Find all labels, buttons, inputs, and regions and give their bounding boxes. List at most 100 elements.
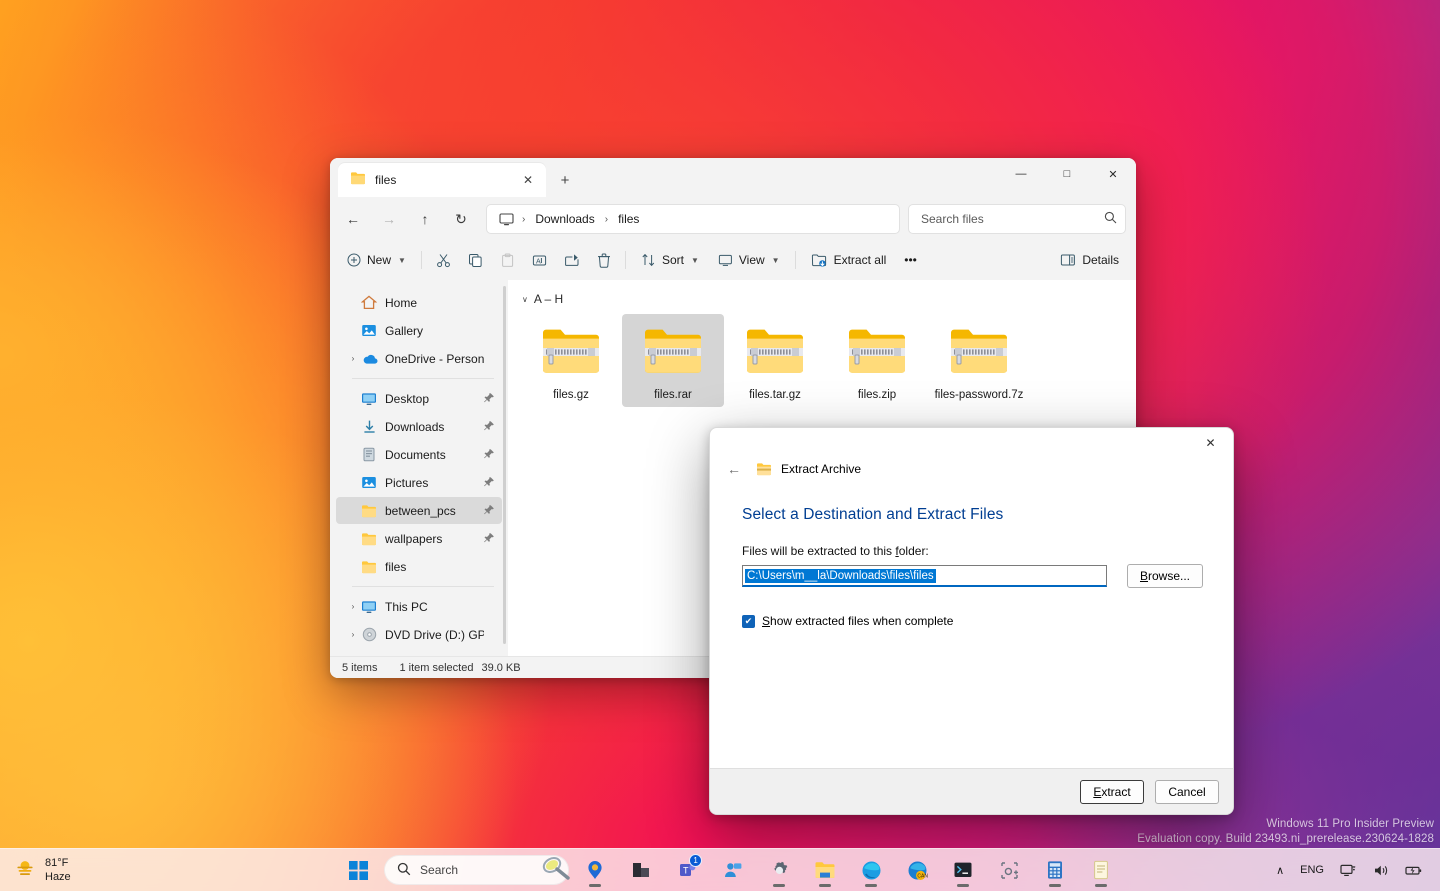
sidebar-item-files[interactable]: files (336, 553, 502, 580)
notepad-icon[interactable] (1081, 850, 1121, 890)
sidebar-item-label: Pictures (385, 476, 484, 490)
search-input[interactable]: Search files (908, 204, 1126, 234)
chat-icon[interactable] (713, 850, 753, 890)
chevron-right-icon[interactable]: › (346, 630, 360, 639)
up-button[interactable]: ↑ (408, 204, 442, 234)
close-icon[interactable]: ✕ (1188, 428, 1233, 458)
edge-icon[interactable] (851, 850, 891, 890)
sidebar-item-documents[interactable]: Documents (336, 441, 502, 468)
breadcrumb-item-files[interactable]: files (612, 209, 645, 229)
breadcrumb-item-downloads[interactable]: Downloads (529, 209, 600, 229)
settings-icon[interactable] (759, 850, 799, 890)
this-pc-icon[interactable] (495, 213, 518, 226)
forward-button[interactable]: → (372, 204, 406, 234)
view-button[interactable]: View ▼ (709, 245, 789, 275)
copilot-icon[interactable] (575, 850, 615, 890)
terminal-icon[interactable] (943, 850, 983, 890)
file-tile[interactable]: files-password.7z (928, 314, 1030, 407)
battery-icon[interactable] (1398, 855, 1430, 885)
file-explorer-icon[interactable] (805, 850, 845, 890)
delete-button[interactable] (589, 245, 619, 275)
search-icon (397, 862, 411, 879)
close-icon[interactable]: ✕ (1090, 158, 1136, 190)
sidebar-item-onedrive-personal[interactable]: ›OneDrive - Personal (336, 345, 502, 372)
file-explorer-pinned-icon[interactable] (621, 850, 661, 890)
sidebar-item-dvd-drive-d-gparted-liv[interactable]: ›DVD Drive (D:) GParted-liv (336, 621, 502, 648)
sidebar-item-this-pc[interactable]: ›This PC (336, 593, 502, 620)
destination-path-value: C:\Users\m__la\Downloads\files\files (745, 569, 936, 583)
sidebar-item-home[interactable]: Home (336, 289, 502, 316)
language-indicator[interactable]: ENG (1293, 855, 1331, 885)
snipping-tool-icon[interactable] (989, 850, 1029, 890)
maximize-icon[interactable]: □ (1044, 158, 1090, 190)
start-button[interactable] (338, 850, 378, 890)
pin-icon[interactable] (484, 504, 496, 518)
sidebar-item-pictures[interactable]: Pictures (336, 469, 502, 496)
destination-path-input[interactable]: C:\Users\m__la\Downloads\files\files (742, 565, 1107, 587)
pin-icon[interactable] (484, 420, 496, 434)
pin-icon[interactable] (484, 476, 496, 490)
paste-button[interactable] (492, 245, 523, 275)
chevron-right-icon[interactable]: › (346, 354, 360, 363)
extract-all-button[interactable]: Extract all (802, 245, 896, 275)
file-tile[interactable]: files.gz (520, 314, 622, 407)
sidebar-item-wallpapers[interactable]: wallpapers (336, 525, 502, 552)
network-icon[interactable] (1333, 855, 1364, 885)
weather-condition: Haze (45, 870, 71, 884)
sidebar-scrollbar[interactable] (503, 286, 506, 644)
share-button[interactable] (556, 245, 588, 275)
details-pane-button[interactable]: Details (1051, 245, 1128, 275)
file-name: files.gz (524, 389, 618, 401)
teams-icon[interactable]: T 1 (667, 850, 707, 890)
zip-folder-icon (626, 324, 720, 383)
volume-icon[interactable] (1366, 855, 1396, 885)
checkbox-checked-icon[interactable]: ✔ (742, 615, 755, 628)
group-header[interactable]: ∨ A – H (520, 290, 1136, 314)
sidebar-item-gallery[interactable]: Gallery (336, 317, 502, 344)
show-extracted-checkbox-row[interactable]: ✔ Show extracted files when complete (742, 614, 1203, 628)
sidebar-item-downloads[interactable]: Downloads (336, 413, 502, 440)
rename-button[interactable]: A (524, 245, 555, 275)
taskbar-search[interactable]: Search (384, 855, 569, 885)
window-titlebar: files ✕ + — □ ✕ (330, 158, 1136, 198)
overflow-menu-button[interactable]: ••• (896, 245, 925, 275)
details-pane-icon (1060, 253, 1076, 267)
sort-button[interactable]: Sort ▼ (632, 245, 708, 275)
refresh-button[interactable]: ↻ (444, 204, 478, 234)
pin-icon[interactable] (484, 532, 496, 546)
close-icon[interactable]: ✕ (518, 170, 538, 190)
breadcrumb[interactable]: › Downloads › files (486, 204, 900, 234)
weather-widget[interactable]: 81°F Haze (0, 856, 190, 884)
pin-icon[interactable] (484, 448, 496, 462)
extract-button[interactable]: Extract (1080, 780, 1144, 804)
sidebar-item-between-pcs[interactable]: between_pcs (336, 497, 502, 524)
calculator-icon[interactable] (1035, 850, 1075, 890)
cut-button[interactable] (428, 245, 459, 275)
gallery-icon (360, 323, 378, 338)
minimize-icon[interactable]: — (998, 158, 1044, 190)
back-button[interactable]: ← (336, 204, 370, 234)
copy-button[interactable] (460, 245, 491, 275)
pin-icon[interactable] (484, 392, 496, 406)
edge-canary-icon[interactable]: CAN (897, 850, 937, 890)
browse-button[interactable]: Browse... (1127, 564, 1203, 588)
chevron-right-icon[interactable]: › (346, 602, 360, 611)
nav-divider (352, 586, 494, 587)
cancel-button[interactable]: Cancel (1155, 780, 1219, 804)
show-extracted-label: Show extracted files when complete (762, 614, 953, 628)
tray-overflow-button[interactable]: ∧ (1269, 855, 1291, 885)
tab-title: files (375, 173, 518, 187)
desktop-icon (360, 392, 378, 406)
new-button[interactable]: New ▼ (338, 245, 415, 275)
sidebar-item-desktop[interactable]: Desktop (336, 385, 502, 412)
chevron-down-icon[interactable]: ∨ (522, 295, 528, 304)
file-tile[interactable]: files.rar (622, 314, 724, 407)
sort-icon (641, 253, 656, 267)
back-button[interactable]: ← (721, 458, 747, 480)
downloads-icon (360, 419, 378, 434)
explorer-tab-files[interactable]: files ✕ (338, 163, 546, 197)
file-tile[interactable]: files.tar.gz (724, 314, 826, 407)
watermark-line-1: Windows 11 Pro Insider Preview (1137, 817, 1434, 832)
new-tab-button[interactable]: + (552, 168, 578, 192)
file-tile[interactable]: files.zip (826, 314, 928, 407)
